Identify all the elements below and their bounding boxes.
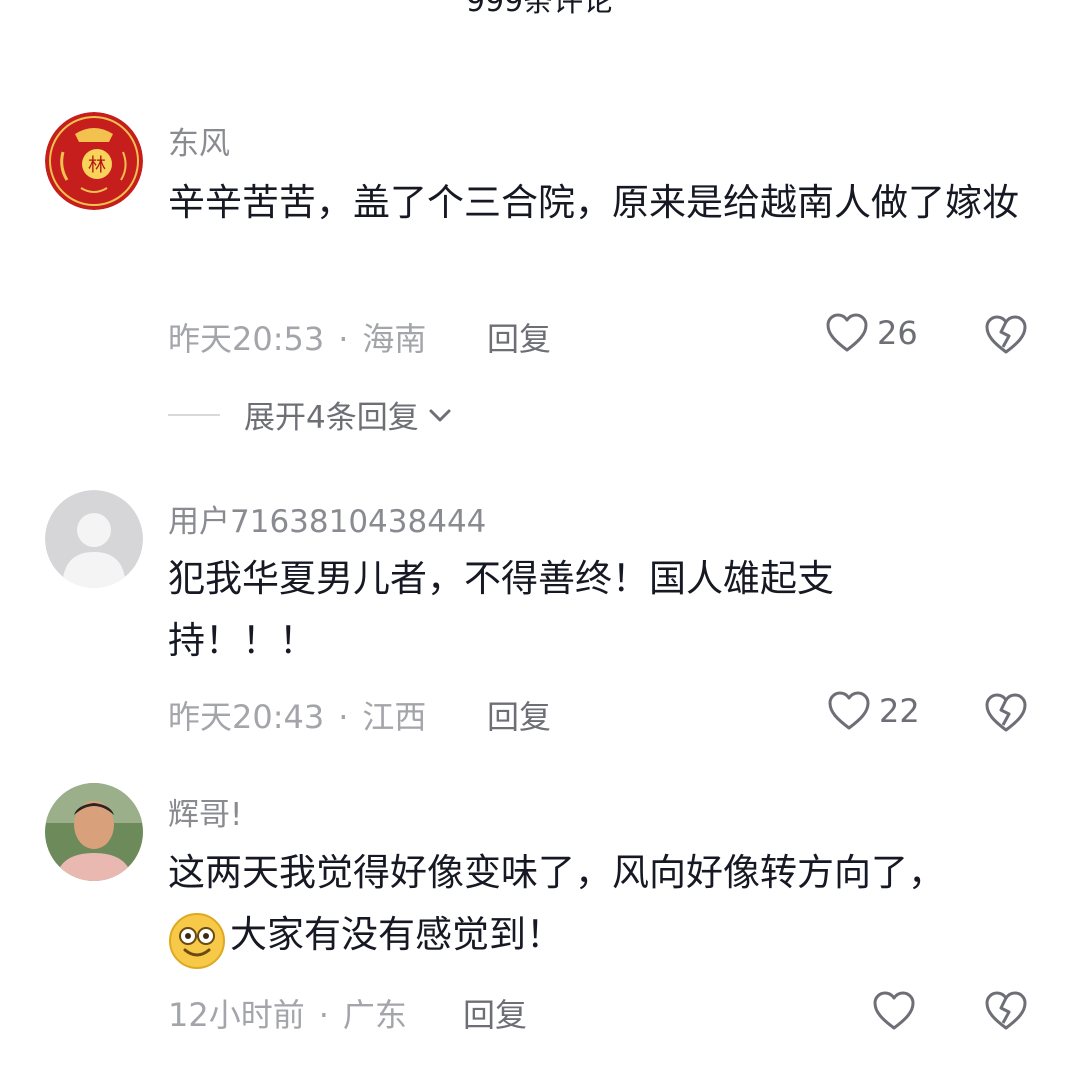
comment-time: 昨天20:53 bbox=[168, 320, 325, 358]
chevron-down-icon bbox=[429, 409, 451, 421]
avatar[interactable] bbox=[45, 783, 143, 881]
expand-replies-label: 展开4条回复 bbox=[244, 400, 419, 436]
comment-meta: 昨天20:53 · 海南 bbox=[168, 314, 426, 360]
expand-replies-button[interactable]: 展开4条回复 bbox=[168, 392, 455, 437]
heart-outline-icon bbox=[828, 691, 870, 730]
reply-button[interactable]: 回复 bbox=[487, 314, 551, 360]
comment-time: 12小时前 bbox=[168, 996, 305, 1034]
reply-button[interactable]: 回复 bbox=[487, 692, 551, 738]
dislike-button[interactable] bbox=[984, 314, 1028, 360]
expand-divider bbox=[168, 413, 220, 416]
comment-location: 江西 bbox=[362, 698, 427, 736]
meta-separator: · bbox=[318, 996, 329, 1034]
default-avatar-icon bbox=[45, 490, 143, 588]
like-count: 22 bbox=[879, 692, 920, 730]
comment-text-line: 这两天我觉得好像变味了，风向好像转方向了， bbox=[168, 851, 945, 894]
like-button[interactable] bbox=[872, 990, 924, 1032]
dislike-button[interactable] bbox=[984, 990, 1028, 1036]
dislike-button[interactable] bbox=[984, 692, 1028, 738]
avatar-logo-text: 林 bbox=[88, 155, 106, 176]
smiley-emoji-icon bbox=[169, 913, 225, 969]
heart-outline-icon bbox=[826, 313, 868, 352]
avatar[interactable]: 林 bbox=[45, 112, 143, 210]
comment-text: 犯我华夏男儿者，不得善终！国人雄起支持！！！ bbox=[168, 557, 834, 662]
comment-username[interactable]: 辉哥! bbox=[168, 789, 242, 834]
avatar-image bbox=[45, 783, 143, 881]
meta-separator: · bbox=[338, 698, 349, 736]
like-button[interactable]: 26 bbox=[825, 312, 918, 354]
like-count: 26 bbox=[877, 314, 918, 352]
comment-location: 海南 bbox=[362, 320, 427, 358]
comment-text-content: 这两天我觉得好像变味了，风向好像转方向了， 大家有没有感觉到！ bbox=[168, 842, 1018, 966]
avatar[interactable] bbox=[45, 490, 143, 588]
broken-heart-icon bbox=[985, 991, 1027, 1030]
comment-location: 广东 bbox=[342, 996, 407, 1034]
comment-text: 这两天我觉得好像变味了，风向好像转方向了， 大家有没有感觉到！ bbox=[168, 842, 1038, 969]
broken-heart-icon bbox=[985, 315, 1027, 354]
like-button[interactable]: 22 bbox=[827, 690, 920, 732]
comment-meta: 12小时前 · 广东 bbox=[168, 990, 407, 1036]
reply-button[interactable]: 回复 bbox=[463, 990, 527, 1036]
comment-username[interactable]: 用户7163810438444 bbox=[168, 496, 486, 541]
comment-username[interactable]: 东风 bbox=[168, 118, 230, 163]
heart-outline-icon bbox=[873, 991, 915, 1030]
comment-count: 999条评论 bbox=[465, 0, 614, 19]
meta-separator: · bbox=[338, 320, 349, 358]
broken-heart-icon bbox=[985, 693, 1027, 732]
comment-time: 昨天20:43 bbox=[168, 698, 325, 736]
comment-meta: 昨天20:43 · 江西 bbox=[168, 692, 426, 738]
avatar-image: 林 bbox=[45, 112, 143, 210]
comment-text-line: 大家有没有感觉到！ bbox=[230, 913, 563, 956]
comment-text: 辛辛苦苦，盖了个三合院，原来是给越南人做了嫁妆 bbox=[168, 181, 1019, 224]
